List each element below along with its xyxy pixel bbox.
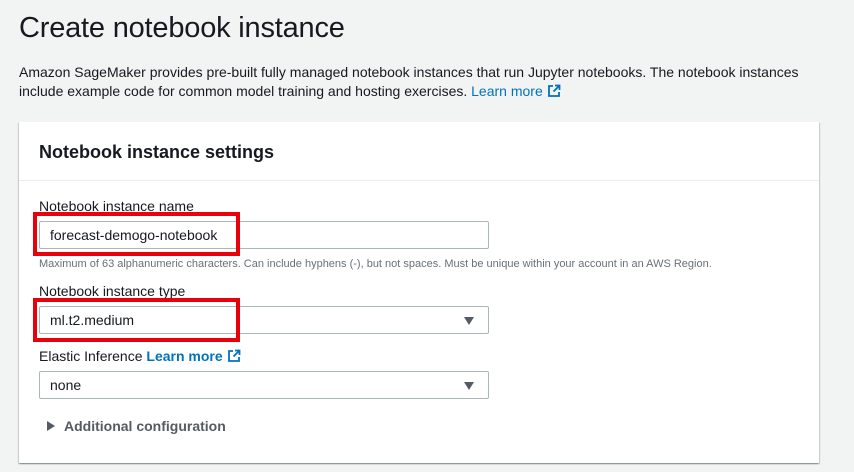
caret-right-icon [47, 421, 55, 431]
instance-type-label: Notebook instance type [39, 283, 186, 299]
panel-title: Notebook instance settings [39, 142, 275, 162]
caret-down-icon [464, 382, 474, 390]
additional-configuration-toggle[interactable]: Additional configuration [47, 418, 226, 434]
instance-name-value: forecast-demogo-notebook [50, 227, 218, 243]
instance-type-value: ml.t2.medium [50, 312, 135, 328]
caret-down-icon [464, 317, 474, 325]
instance-name-label: Notebook instance name [39, 198, 194, 214]
elastic-inference-label: Elastic Inference Learn more [39, 348, 241, 366]
learn-more-label: Learn more [471, 83, 543, 99]
elastic-inference-text: Elastic Inference [39, 348, 143, 364]
elastic-inference-value: none [50, 377, 82, 393]
description-text: Amazon SageMaker provides pre-built full… [19, 64, 799, 99]
page-title: Create notebook instance [19, 12, 345, 44]
elastic-learn-more-label: Learn more [146, 348, 223, 364]
elastic-inference-select[interactable]: none [39, 371, 489, 399]
external-link-icon [227, 349, 241, 366]
external-link-icon [547, 84, 561, 103]
notebook-settings-panel: Notebook instance settings Notebook inst… [19, 122, 819, 463]
learn-more-link[interactable]: Learn more [471, 83, 561, 99]
panel-header: Notebook instance settings [19, 122, 819, 181]
instance-type-select[interactable]: ml.t2.medium [39, 306, 489, 334]
instance-name-hint: Maximum of 63 alphanumeric characters. C… [39, 258, 712, 270]
additional-configuration-label: Additional configuration [64, 418, 226, 434]
elastic-learn-more-link[interactable]: Learn more [146, 348, 241, 366]
instance-name-input[interactable]: forecast-demogo-notebook [39, 221, 489, 249]
page-description: Amazon SageMaker provides pre-built full… [19, 63, 834, 103]
